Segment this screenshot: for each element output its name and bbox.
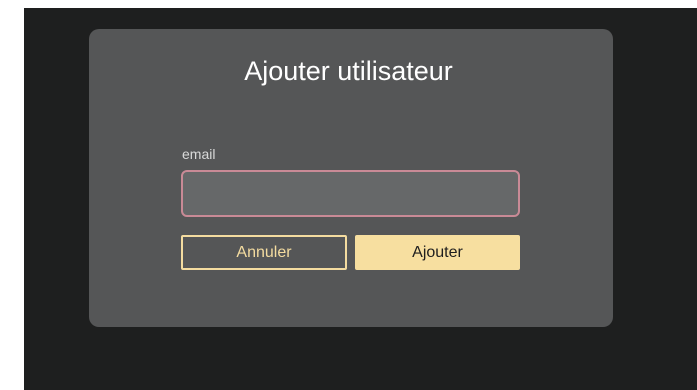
email-label: email — [182, 146, 216, 162]
add-user-button[interactable]: Ajouter — [355, 235, 520, 270]
cancel-button[interactable]: Annuler — [181, 235, 347, 270]
dialog-title: Ajouter utilisateur — [244, 56, 453, 86]
email-field[interactable] — [181, 170, 520, 217]
